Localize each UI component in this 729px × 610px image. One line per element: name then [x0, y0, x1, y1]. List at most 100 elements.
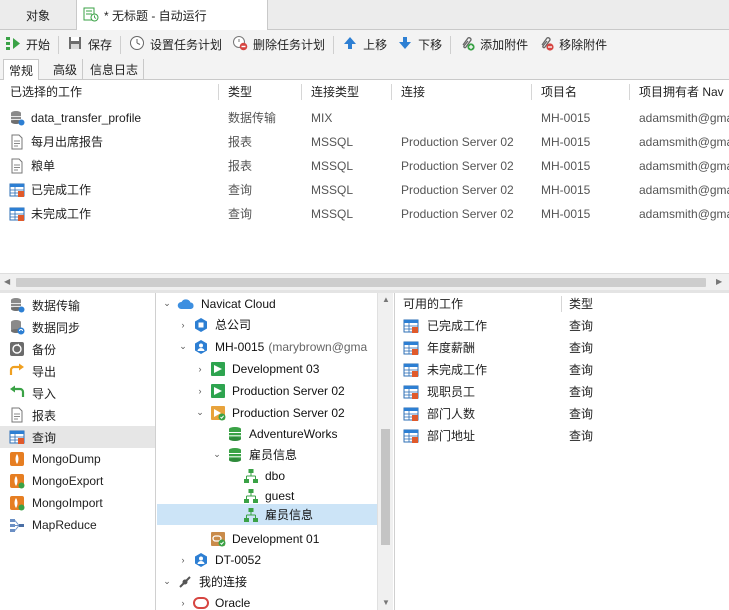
chevron-down-icon[interactable]: ⌄ — [194, 407, 206, 418]
column-divider[interactable] — [531, 84, 532, 100]
tree-node-schema-dbo[interactable]: dbo — [227, 465, 285, 486]
save-icon — [67, 35, 83, 54]
tab-message-log[interactable]: 信息日志 — [85, 59, 145, 80]
tree-node-development-03[interactable]: › Development 03 — [194, 358, 319, 379]
list-item[interactable]: 未完成工作 查询 — [395, 359, 729, 381]
column-divider[interactable] — [629, 84, 630, 100]
chevron-right-icon[interactable]: › — [177, 320, 189, 330]
scroll-down-icon[interactable]: ▼ — [382, 598, 390, 607]
list-item[interactable]: 部门人数 查询 — [395, 403, 729, 425]
chevron-right-icon[interactable]: › — [194, 364, 206, 374]
chevron-right-icon[interactable]: › — [194, 386, 206, 396]
add-attachment-button[interactable]: 添加附件 — [454, 32, 533, 58]
job-name-cell: 未完成工作 — [9, 202, 218, 226]
tree-vertical-scrollbar[interactable]: ▲ ▼ — [377, 293, 393, 610]
move-down-button[interactable]: 下移 — [392, 32, 447, 58]
list-item[interactable]: 年度薪酬 查询 — [395, 337, 729, 359]
column-header-project-owner[interactable]: 项目拥有者 Nav — [639, 80, 724, 104]
scroll-up-icon[interactable]: ▲ — [382, 295, 390, 304]
column-header-type[interactable]: 类型 — [228, 80, 252, 104]
tree-node-development-01[interactable]: Development 01 — [194, 528, 319, 549]
selected-jobs-table: 已选择的工作 类型 连接类型 连接 项目名 项目拥有者 Nav data_tra… — [0, 80, 729, 273]
list-item[interactable]: 部门地址 查询 — [395, 425, 729, 447]
job-owner: adamsmith@gma — [639, 159, 729, 173]
chevron-down-icon[interactable]: ⌄ — [161, 298, 173, 309]
column-divider[interactable] — [561, 296, 562, 312]
tree-node-production-server-02-connected[interactable]: ⌄ Production Server 02 — [194, 402, 345, 423]
tree-node-project-mh-0015[interactable]: ⌄ MH-0015 (marybrown@gma — [177, 336, 367, 357]
move-up-button[interactable]: 上移 — [337, 32, 392, 58]
tree-node-schema-guest[interactable]: guest — [227, 485, 294, 506]
tab-automation-job[interactable]: * 无标题 - 自动运行 — [77, 0, 268, 31]
chevron-right-icon[interactable]: › — [177, 555, 189, 565]
tree-node-label: DT-0052 — [215, 552, 262, 567]
category-query[interactable]: 查询 — [0, 426, 155, 448]
scrollbar-thumb[interactable] — [16, 278, 706, 287]
category-mongodump[interactable]: MongoDump — [0, 448, 155, 470]
list-item[interactable]: 现职员工 查询 — [395, 381, 729, 403]
tree-node-project-dt-0052[interactable]: › DT-0052 — [177, 549, 261, 570]
backup-icon — [10, 342, 24, 356]
save-button-label: 保存 — [88, 38, 113, 52]
set-schedule-button[interactable]: 设置任务计划 — [124, 32, 227, 58]
tab-objects[interactable]: 对象 — [0, 0, 77, 30]
available-job-name-cell: 已完成工作 — [403, 315, 487, 337]
category-mongoexport[interactable]: MongoExport — [0, 470, 155, 492]
table-row[interactable]: 未完成工作 查询 MSSQL Production Server 02 MH-0… — [0, 202, 729, 226]
column-header-project[interactable]: 项目名 — [541, 80, 577, 104]
move-up-button-label: 上移 — [363, 38, 388, 52]
column-header-type[interactable]: 类型 — [569, 293, 593, 315]
column-header-connection-type[interactable]: 连接类型 — [311, 80, 359, 104]
category-data-transfer[interactable]: 数据传输 — [0, 294, 155, 316]
tab-general[interactable]: 常规 — [3, 59, 40, 81]
column-header-selected-job[interactable]: 已选择的工作 — [10, 80, 82, 104]
column-header-available-job[interactable]: 可用的工作 — [403, 293, 463, 315]
database-icon — [229, 447, 241, 462]
column-header-connection[interactable]: 连接 — [401, 80, 425, 104]
chevron-down-icon[interactable]: ⌄ — [211, 449, 223, 460]
category-mongoimport[interactable]: MongoImport — [0, 492, 155, 514]
column-divider[interactable] — [218, 84, 219, 100]
chevron-right-icon[interactable]: › — [177, 598, 189, 608]
category-data-sync[interactable]: 数据同步 — [0, 316, 155, 338]
table-row[interactable]: 每月出席报告 报表 MSSQL Production Server 02 MH-… — [0, 130, 729, 154]
table-row[interactable]: 已完成工作 查询 MSSQL Production Server 02 MH-0… — [0, 178, 729, 202]
scrollbar-thumb[interactable] — [381, 429, 390, 545]
horizontal-scrollbar[interactable]: ◀ ▶ — [0, 273, 729, 290]
table-row[interactable]: data_transfer_profile 数据传输 MIX MH-0015 a… — [0, 106, 729, 130]
tree-node-oracle[interactable]: › Oracle — [177, 592, 251, 610]
list-item[interactable]: 已完成工作 查询 — [395, 315, 729, 337]
tree-node-production-server-02[interactable]: › Production Server 02 — [194, 380, 345, 401]
tree-node-navicat-cloud[interactable]: ⌄ Navicat Cloud — [161, 293, 275, 314]
available-job-type: 查询 — [569, 407, 594, 421]
chevron-down-icon[interactable]: ⌄ — [177, 341, 189, 352]
start-icon — [5, 35, 21, 54]
start-button[interactable]: 开始 — [0, 32, 55, 58]
category-mapreduce[interactable]: MapReduce — [0, 514, 155, 536]
column-divider[interactable] — [301, 84, 302, 100]
delete-schedule-button[interactable]: 删除任务计划 — [227, 32, 330, 58]
job-project: MH-0015 — [541, 111, 591, 125]
table-row[interactable]: 粮单 报表 MSSQL Production Server 02 MH-0015… — [0, 154, 729, 178]
tree-node-employee-info-db[interactable]: ⌄ 雇员信息 — [211, 444, 297, 465]
category-report[interactable]: 报表 — [0, 404, 155, 426]
remove-attachment-button[interactable]: 移除附件 — [533, 32, 612, 58]
column-divider[interactable] — [391, 84, 392, 100]
scroll-left-icon[interactable]: ◀ — [4, 277, 10, 286]
category-import[interactable]: 导入 — [0, 382, 155, 404]
scroll-right-icon[interactable]: ▶ — [716, 277, 722, 286]
category-export[interactable]: 导出 — [0, 360, 155, 382]
tab-advanced[interactable]: 高级 — [48, 59, 84, 80]
tree-node-adventureworks[interactable]: AdventureWorks — [211, 423, 337, 444]
tree-node-my-connections[interactable]: ⌄ 我的连接 — [161, 571, 247, 592]
set-schedule-button-label: 设置任务计划 — [150, 38, 223, 52]
tree-node-headquarters[interactable]: › 总公司 — [177, 314, 251, 335]
tree-node-schema-employee-info[interactable]: 雇员信息 — [227, 504, 313, 525]
tree-node-label: AdventureWorks — [249, 426, 338, 441]
category-backup[interactable]: 备份 — [0, 338, 155, 360]
automation-icon — [83, 6, 99, 25]
chevron-down-icon[interactable]: ⌄ — [161, 576, 173, 587]
job-owner: adamsmith@gma — [639, 183, 729, 197]
save-button[interactable]: 保存 — [62, 32, 117, 58]
data-sync-icon — [11, 320, 25, 335]
